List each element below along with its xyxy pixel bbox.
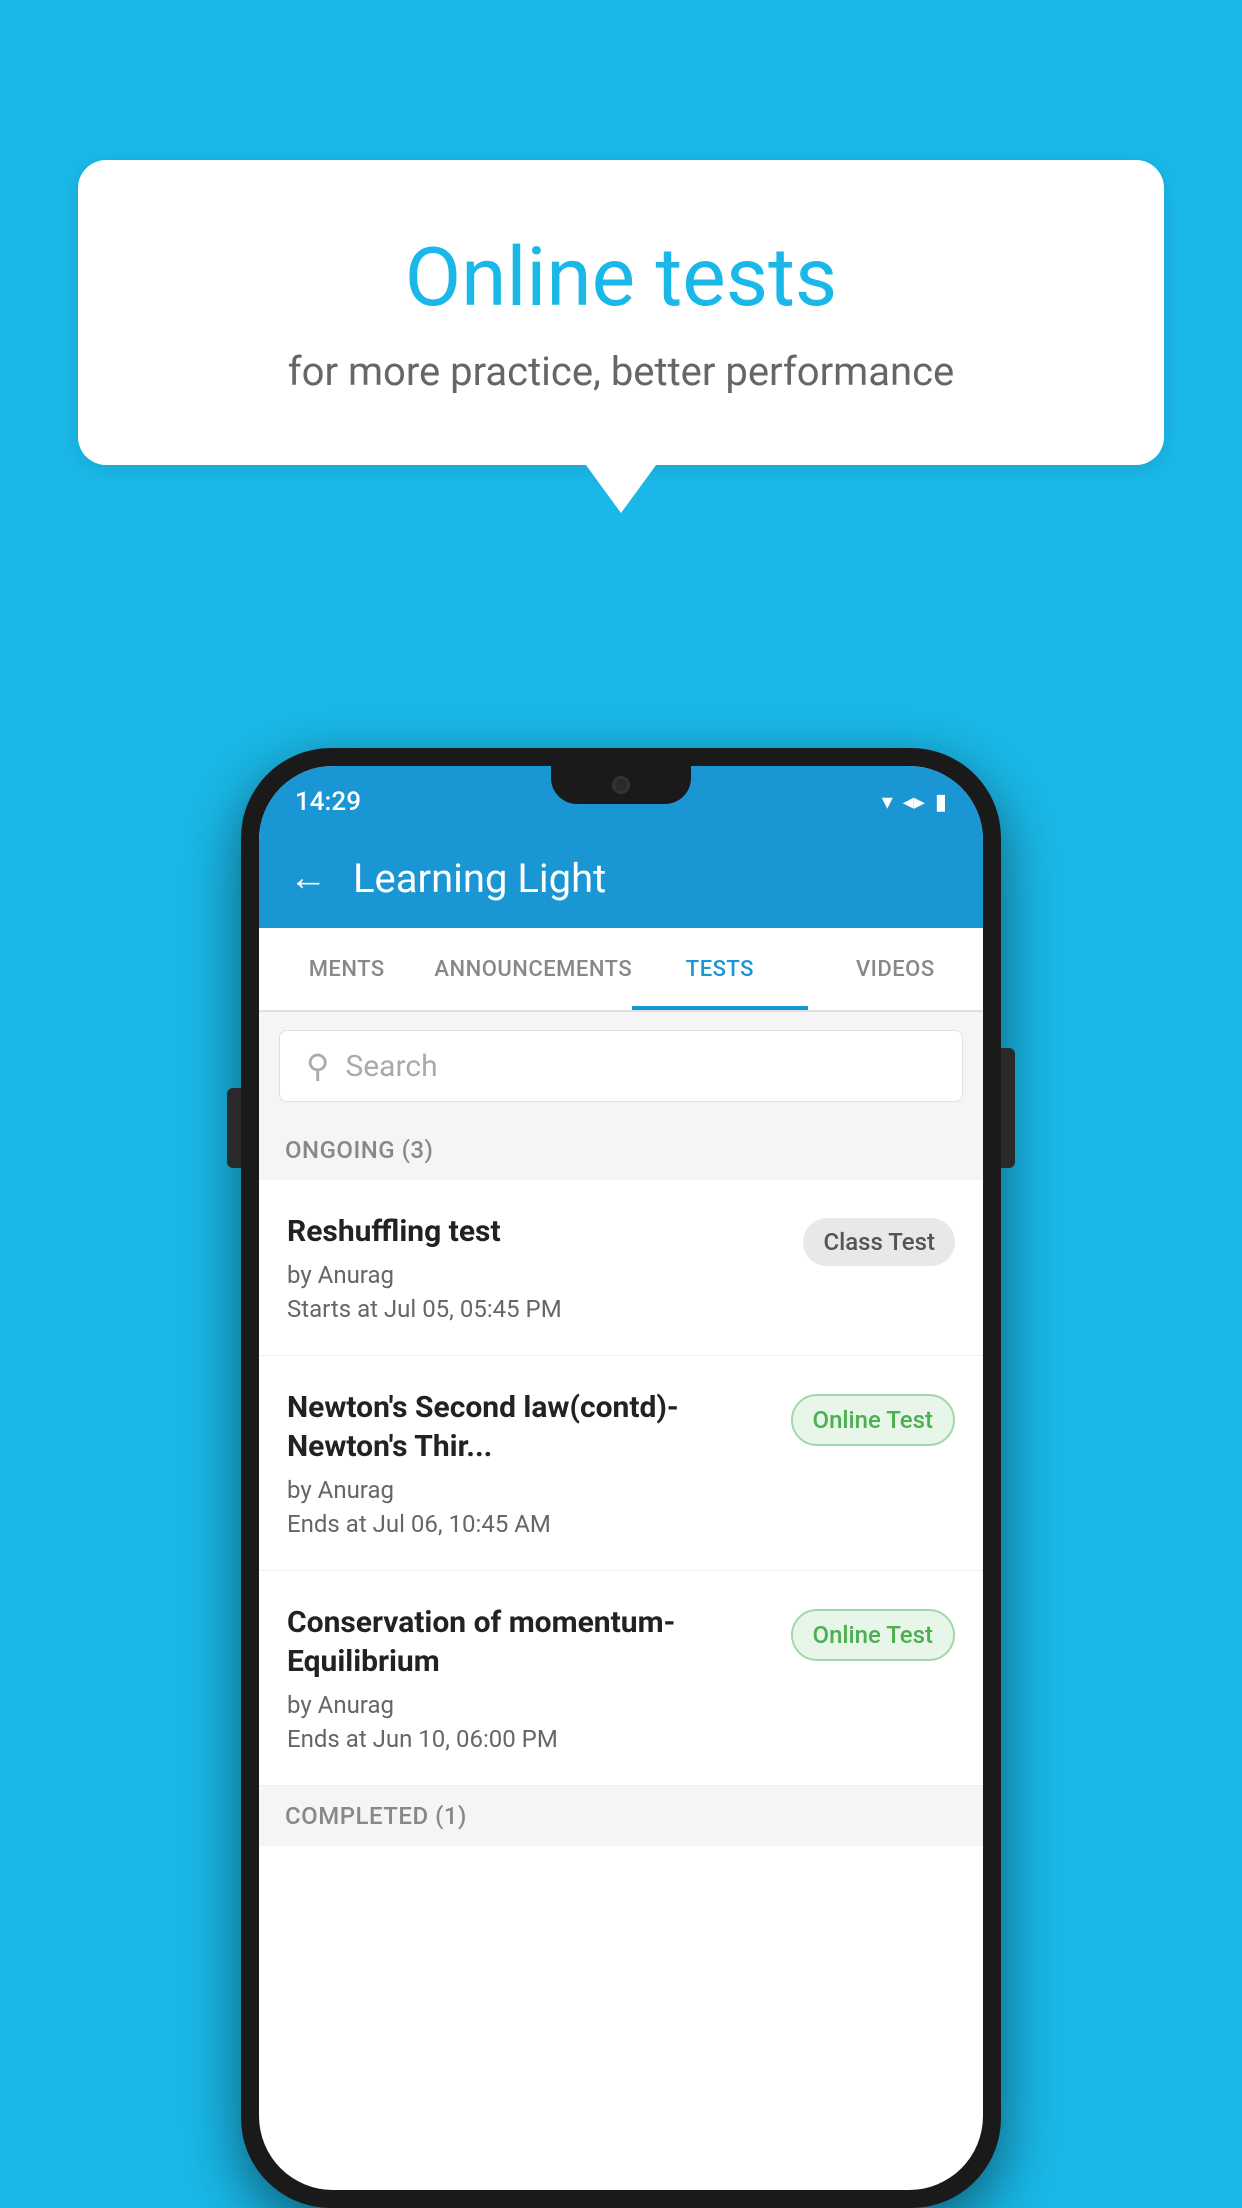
search-placeholder: Search: [345, 1049, 437, 1084]
tabs-container: MENTS ANNOUNCEMENTS TESTS VIDEOS: [259, 928, 983, 1012]
speech-bubble-subtitle: for more practice, better performance: [158, 348, 1084, 395]
test-badge-online-2: Online Test: [791, 1609, 955, 1661]
speech-bubble: Online tests for more practice, better p…: [78, 160, 1164, 465]
search-icon: ⚲: [306, 1047, 329, 1085]
test-badge-class: Class Test: [803, 1218, 955, 1266]
test-item[interactable]: Conservation of momentum-Equilibrium by …: [259, 1571, 983, 1786]
status-icons: ▾ ◂▸ ▮: [882, 790, 947, 815]
tab-tests[interactable]: TESTS: [632, 928, 807, 1010]
tab-announcements[interactable]: ANNOUNCEMENTS: [434, 928, 632, 1010]
test-date: Ends at Jun 10, 06:00 PM: [287, 1725, 775, 1753]
app-title: Learning Light: [353, 855, 606, 902]
test-info: Conservation of momentum-Equilibrium by …: [287, 1603, 775, 1753]
phone-screen: 14:29 ▾ ◂▸ ▮ ← Learning Light MENTS ANNO…: [259, 766, 983, 2190]
test-name: Conservation of momentum-Equilibrium: [287, 1603, 775, 1681]
test-by: by Anurag: [287, 1261, 787, 1289]
tab-videos[interactable]: VIDEOS: [808, 928, 983, 1010]
battery-icon: ▮: [935, 790, 947, 815]
test-date: Ends at Jul 06, 10:45 AM: [287, 1510, 775, 1538]
test-item[interactable]: Newton's Second law(contd)-Newton's Thir…: [259, 1356, 983, 1571]
test-date: Starts at Jul 05, 05:45 PM: [287, 1295, 787, 1323]
test-by: by Anurag: [287, 1691, 775, 1719]
search-container: ⚲ Search: [259, 1012, 983, 1120]
test-badge-online: Online Test: [791, 1394, 955, 1446]
test-info: Reshuffling test by Anurag Starts at Jul…: [287, 1212, 787, 1323]
test-info: Newton's Second law(contd)-Newton's Thir…: [287, 1388, 775, 1538]
signal-icon: ◂▸: [903, 790, 925, 815]
app-header: ← Learning Light: [259, 828, 983, 928]
phone-outer: 14:29 ▾ ◂▸ ▮ ← Learning Light MENTS ANNO…: [241, 748, 1001, 2208]
speech-bubble-title: Online tests: [158, 230, 1084, 326]
test-name: Reshuffling test: [287, 1212, 787, 1251]
wifi-icon: ▾: [882, 790, 893, 815]
phone-frame: 14:29 ▾ ◂▸ ▮ ← Learning Light MENTS ANNO…: [241, 748, 1001, 2208]
completed-section-title: COMPLETED (1): [285, 1802, 467, 1830]
test-name: Newton's Second law(contd)-Newton's Thir…: [287, 1388, 775, 1466]
test-by: by Anurag: [287, 1476, 775, 1504]
speech-bubble-container: Online tests for more practice, better p…: [78, 160, 1164, 465]
test-item[interactable]: Reshuffling test by Anurag Starts at Jul…: [259, 1180, 983, 1356]
camera: [612, 776, 630, 794]
ongoing-section-header: ONGOING (3): [259, 1120, 983, 1180]
tab-ments[interactable]: MENTS: [259, 928, 434, 1010]
ongoing-section-title: ONGOING (3): [285, 1136, 433, 1164]
search-bar[interactable]: ⚲ Search: [279, 1030, 963, 1102]
test-list: Reshuffling test by Anurag Starts at Jul…: [259, 1180, 983, 1786]
status-time: 14:29: [295, 787, 361, 817]
completed-section-header: COMPLETED (1): [259, 1786, 983, 1846]
back-button[interactable]: ←: [289, 856, 327, 900]
phone-notch: [551, 766, 691, 804]
